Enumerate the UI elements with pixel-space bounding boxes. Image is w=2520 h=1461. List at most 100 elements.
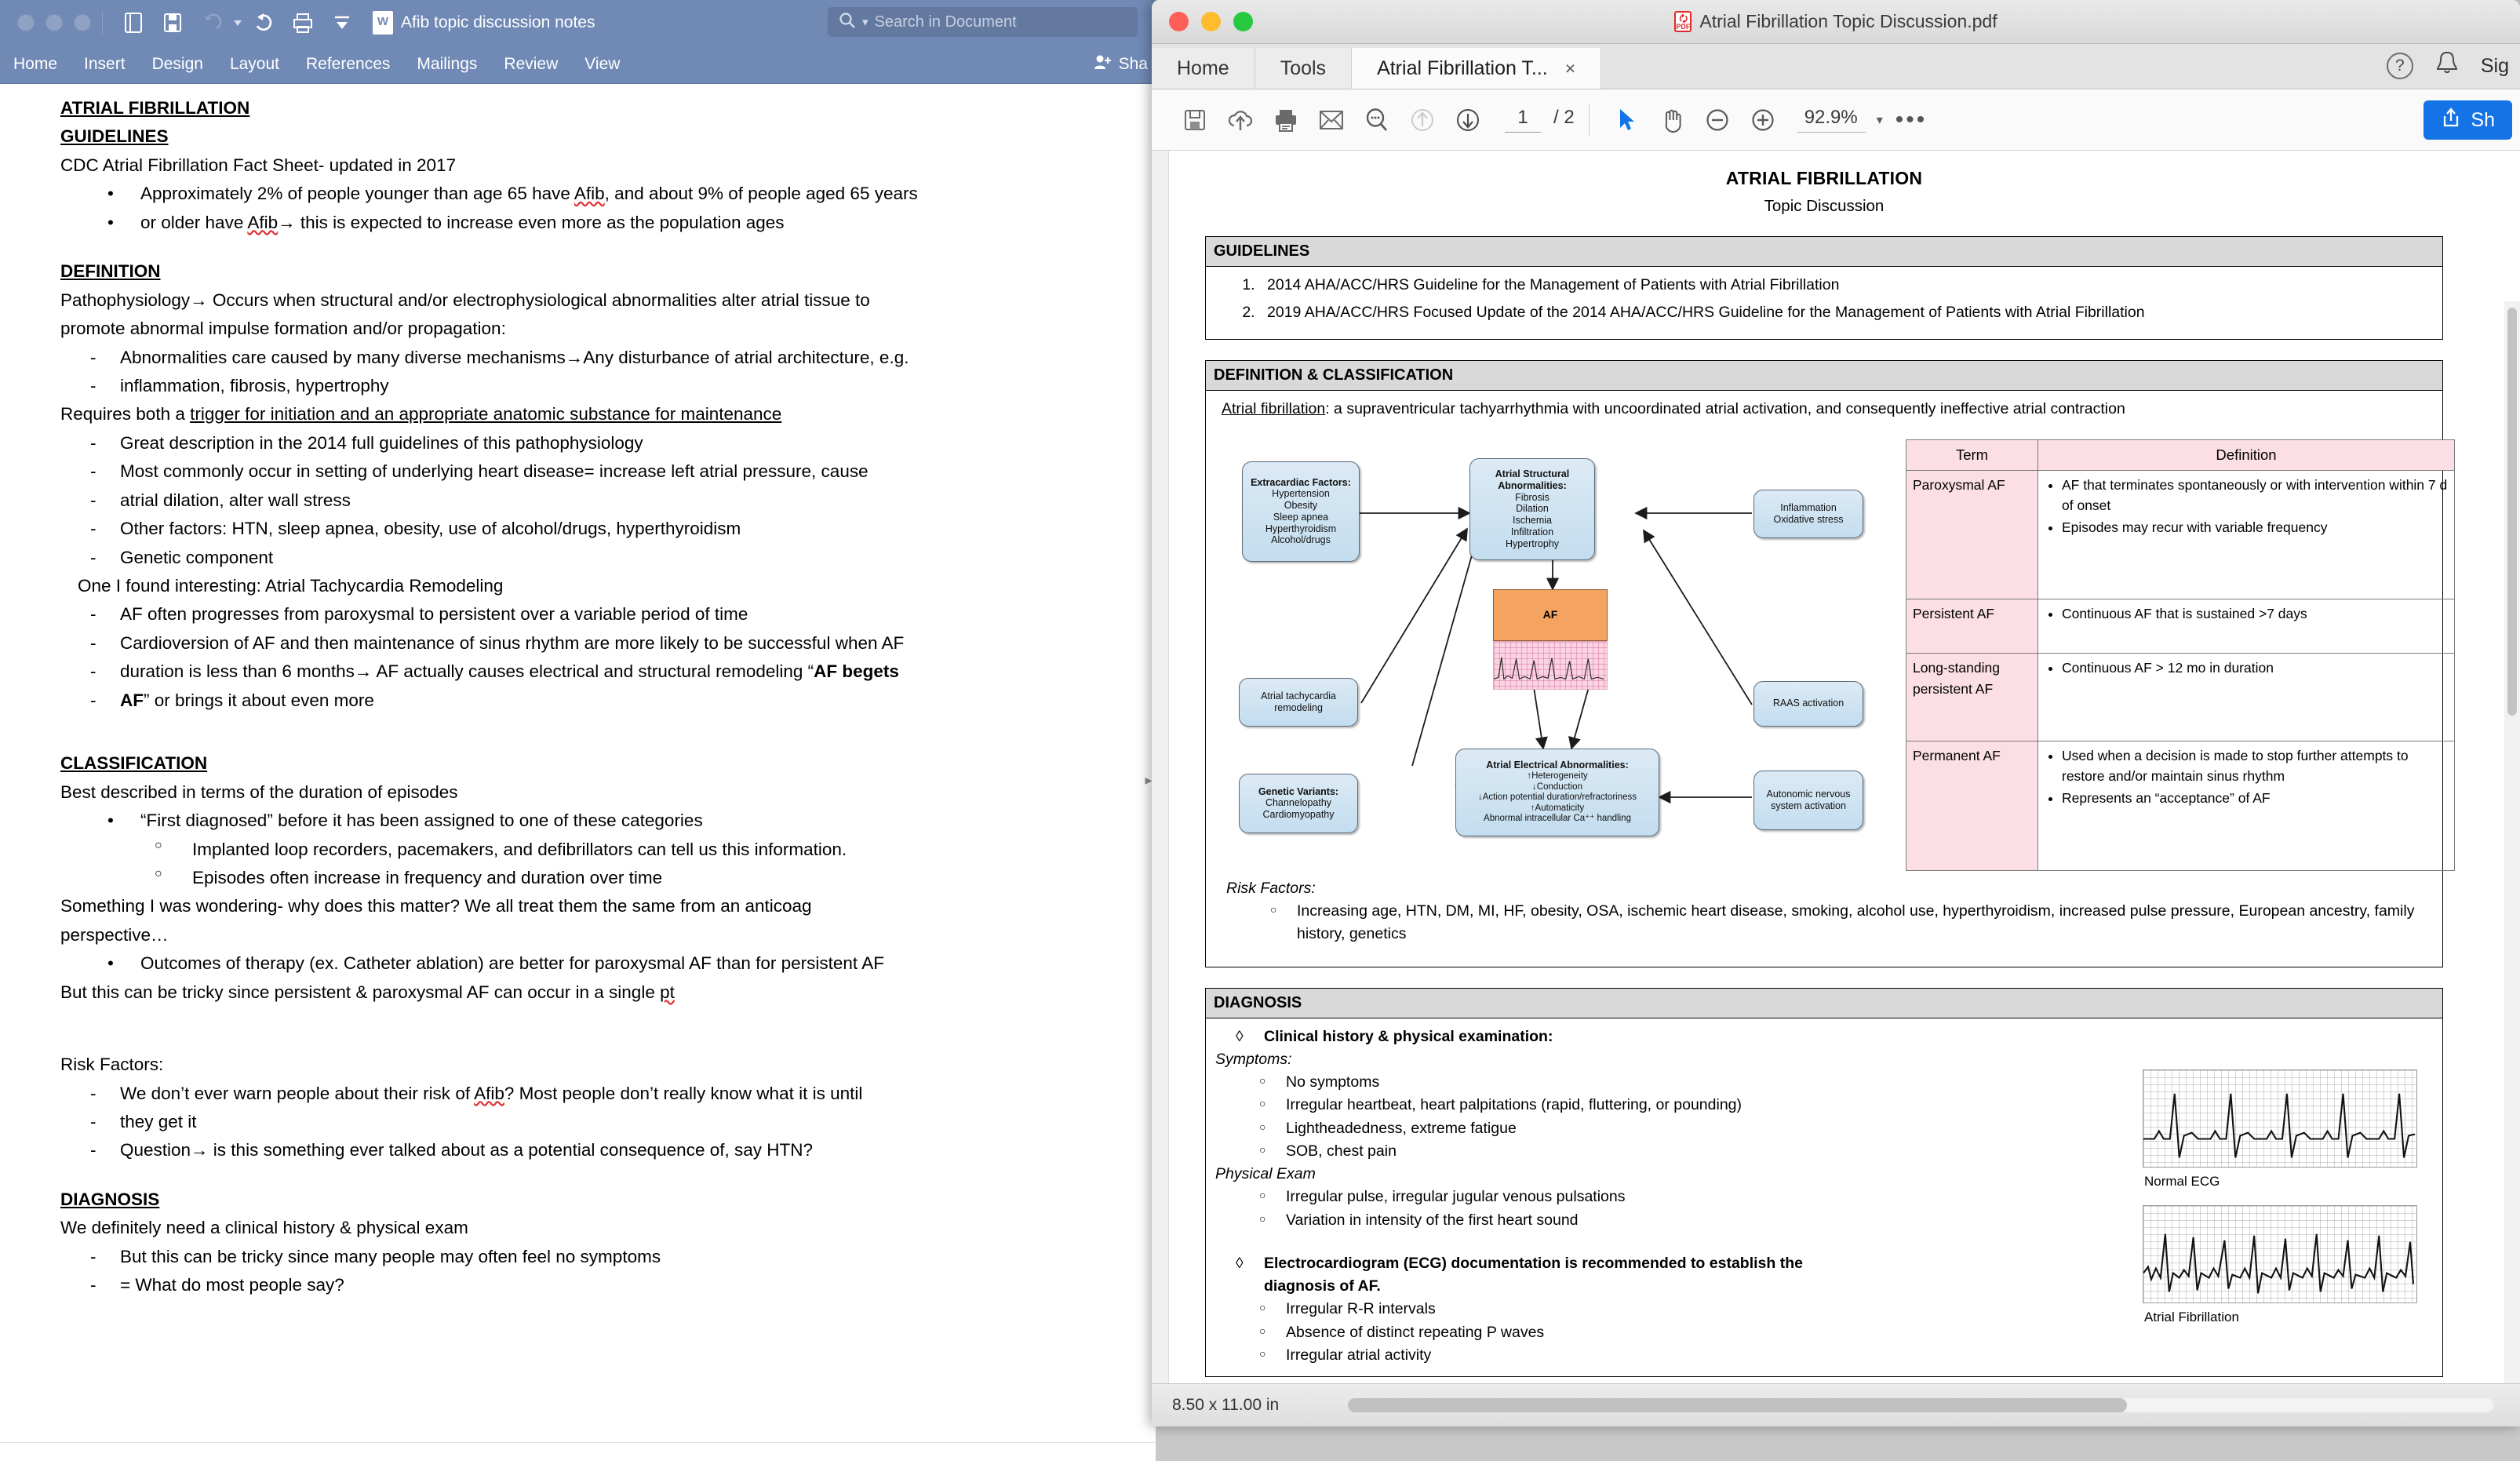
search-icon[interactable] xyxy=(1354,97,1400,143)
search-dropdown-icon[interactable]: ▾ xyxy=(862,15,869,29)
chevron-down-icon[interactable]: ▾ xyxy=(1877,112,1883,128)
diagnosis-text-column: Clinical history & physical examination:… xyxy=(1215,1026,2143,1368)
email-icon[interactable] xyxy=(1309,97,1354,143)
list-item: Absence of distinct repeating P waves xyxy=(1259,1321,2143,1344)
close-icon[interactable]: × xyxy=(1565,58,1575,79)
guidelines-body: 2014 AHA/ACC/HRS Guideline for the Manag… xyxy=(1206,267,2442,339)
ribbon-tab-insert[interactable]: Insert xyxy=(71,55,139,74)
cell-definition: Used when a decision is made to stop fur… xyxy=(2037,740,2455,871)
customize-toolbar-icon[interactable] xyxy=(329,9,355,36)
help-icon[interactable]: ? xyxy=(2386,53,2413,79)
word-window: Afib topic discussion notes ▾ Search in … xyxy=(0,0,1156,1461)
select-cursor-icon[interactable] xyxy=(1604,97,1649,143)
spellcheck-afib: Afib xyxy=(574,184,605,204)
column-header-term: Term xyxy=(1906,439,2038,471)
search-input[interactable]: ▾ Search in Document xyxy=(828,7,1138,37)
dx-symptoms-label: Symptoms: xyxy=(1215,1050,1292,1068)
pdf-traffic-lights[interactable] xyxy=(1169,12,1253,31)
list-item: Irregular pulse, irregular jugular venou… xyxy=(1259,1186,2143,1208)
risk-factors-text: Increasing age, HTN, DM, MI, HF, obesity… xyxy=(1270,900,2423,946)
cell-definition: AF that terminates spontaneously or with… xyxy=(2037,469,2455,600)
notification-bell-icon[interactable] xyxy=(2435,50,2459,82)
page-navigation[interactable]: 1 / 2 xyxy=(1505,107,1575,133)
node-extracardiac-factors: Extracardiac Factors: Hypertension Obesi… xyxy=(1242,461,1360,562)
diagnosis-section: DIAGNOSIS Clinical history & physical ex… xyxy=(1205,987,2443,1377)
af-ecg-strip xyxy=(1493,640,1608,690)
pdf-viewport[interactable]: ATRIAL FIBRILLATION Topic Discussion GUI… xyxy=(1152,151,2520,1426)
share-upload-icon xyxy=(2441,107,2461,133)
ribbon-tab-view[interactable]: View xyxy=(571,55,633,74)
zoom-out-icon[interactable] xyxy=(1695,97,1740,143)
dx-exam-label: Physical Exam xyxy=(1215,1165,1316,1182)
undo-icon[interactable] xyxy=(198,9,225,36)
redo-icon[interactable] xyxy=(250,9,277,36)
tab-tools[interactable]: Tools xyxy=(1255,48,1353,89)
node-title: Atrial Electrical Abnormalities: xyxy=(1486,760,1629,771)
ribbon-tab-layout[interactable]: Layout xyxy=(217,55,293,74)
risk-factors-label: Risk Factors: xyxy=(1226,879,1316,897)
pdf-horizontal-scrollbar[interactable] xyxy=(1348,1398,2493,1412)
document-icon[interactable] xyxy=(120,9,147,36)
word-maximize-button[interactable] xyxy=(74,13,91,31)
word-bottom-strip xyxy=(0,1442,1156,1461)
word-dash-cardio-1: Cardioversion of AF and then maintenance… xyxy=(90,629,1092,658)
word-close-button[interactable] xyxy=(17,13,35,31)
word-document-canvas[interactable]: ATRIAL FIBRILLATION GUIDELINES CDC Atria… xyxy=(0,85,1156,1461)
word-best-described: Best described in terms of the duration … xyxy=(60,782,458,802)
share-button-label: Sh xyxy=(2471,108,2495,131)
ribbon-tab-mailings[interactable]: Mailings xyxy=(403,55,490,74)
pdf-tabbar: Home Tools Atrial Fibrillation T... × ? … xyxy=(1152,44,2520,89)
normal-ecg-image xyxy=(2143,1069,2417,1168)
sign-in-button[interactable]: Sig xyxy=(2481,55,2509,78)
pdf-minimize-button[interactable] xyxy=(1201,12,1221,31)
pdf-window: PDF Atrial Fibrillation Topic Discussion… xyxy=(1152,0,2520,1426)
word-dash-warn-2: they get it xyxy=(90,1108,1092,1137)
word-page[interactable]: ATRIAL FIBRILLATION GUIDELINES CDC Atria… xyxy=(17,85,1139,1461)
node-title: Genetic Variants: xyxy=(1258,785,1339,797)
table-row: Permanent AF Used when a decision is mad… xyxy=(1906,740,2455,871)
zoom-in-icon[interactable] xyxy=(1740,97,1786,143)
ribbon-tab-references[interactable]: References xyxy=(293,55,403,74)
tab-home[interactable]: Home xyxy=(1152,48,1255,89)
ribbon-tab-review[interactable]: Review xyxy=(490,55,571,74)
zoom-level-value[interactable]: 92.9% xyxy=(1796,107,1866,133)
search-placeholder: Search in Document xyxy=(874,13,1017,31)
undo-dropdown-icon[interactable] xyxy=(231,9,244,36)
definition-line: Atrial fibrillation: a supraventricular … xyxy=(1222,398,2433,421)
tab-document[interactable]: Atrial Fibrillation T... × xyxy=(1352,48,1602,89)
column-header-definition: Definition xyxy=(2037,439,2455,471)
word-dash-progress: AF often progresses from paroxysmal to p… xyxy=(90,600,1092,629)
previous-page-icon[interactable] xyxy=(1400,97,1445,143)
pdf-vertical-scrollbar[interactable] xyxy=(2507,308,2517,716)
hand-tool-icon[interactable] xyxy=(1649,97,1695,143)
page-number-input[interactable]: 1 xyxy=(1505,107,1541,133)
word-patho-line1: Pathophysiology→ Occurs when structural … xyxy=(60,290,870,310)
ribbon-tab-home[interactable]: Home xyxy=(0,55,71,74)
word-dash-tricky-symptoms: But this can be tricky since many people… xyxy=(90,1243,1092,1272)
upload-cloud-icon[interactable] xyxy=(1218,97,1263,143)
pdf-close-button[interactable] xyxy=(1169,12,1189,31)
word-one-found: One I found interesting: Atrial Tachycar… xyxy=(78,576,504,596)
word-traffic-lights[interactable] xyxy=(17,13,91,31)
save-icon[interactable] xyxy=(159,9,186,36)
print-icon[interactable] xyxy=(290,9,316,36)
print-icon[interactable] xyxy=(1263,97,1309,143)
list-item: Irregular R-R intervals xyxy=(1259,1298,2143,1321)
word-minimize-button[interactable] xyxy=(46,13,63,31)
ribbon-tab-design[interactable]: Design xyxy=(139,55,217,74)
more-options-icon[interactable]: ••• xyxy=(1895,107,1928,133)
word-dash-cardio-3: AF” or brings it about even more xyxy=(90,687,1092,716)
pdf-left-rail xyxy=(1152,151,1169,1426)
divider xyxy=(102,10,103,35)
node-inflammation-oxidative-stress: Inflammation Oxidative stress xyxy=(1753,489,1863,538)
pdf-statusbar: 8.50 x 11.00 in xyxy=(1152,1383,2520,1426)
next-page-icon[interactable] xyxy=(1445,97,1491,143)
word-patho-line2: promote abnormal impulse formation and/o… xyxy=(60,319,506,339)
zoom-control[interactable]: 92.9% ▾ xyxy=(1796,107,1883,133)
share-button[interactable]: Sh xyxy=(2423,100,2512,140)
share-button[interactable]: Sha xyxy=(1094,53,1148,75)
save-icon[interactable] xyxy=(1172,97,1218,143)
pdf-maximize-button[interactable] xyxy=(1233,12,1253,31)
table-header-row: Term Definition xyxy=(1906,439,2455,471)
pdf-page-content[interactable]: ATRIAL FIBRILLATION Topic Discussion GUI… xyxy=(1169,151,2479,1383)
